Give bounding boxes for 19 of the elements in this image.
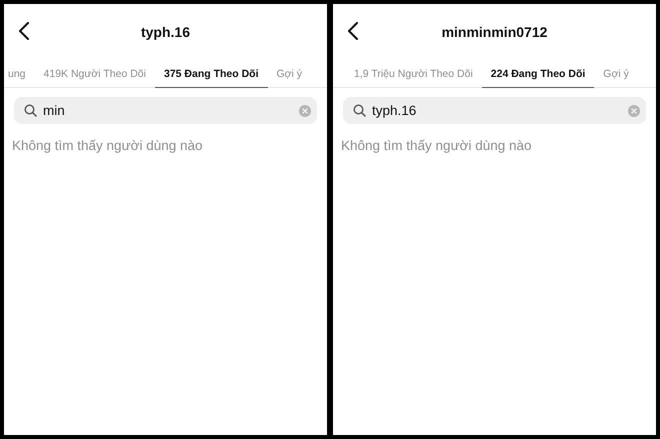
tab[interactable]: ung [4, 60, 35, 88]
search-query: min [43, 103, 65, 118]
tab[interactable]: 419K Người Theo Dõi [34, 60, 155, 88]
search-icon [353, 104, 366, 117]
tab[interactable]: Gợi ý [594, 60, 638, 88]
search-field[interactable]: min [14, 97, 317, 124]
back-icon[interactable] [18, 22, 30, 40]
profile-username: typh.16 [140, 24, 190, 40]
search-field[interactable]: typh.16 [343, 97, 646, 124]
profile-username: minminmin0712 [442, 24, 548, 40]
search-query: typh.16 [372, 103, 416, 118]
tab[interactable]: Gợi ý [268, 60, 312, 88]
empty-message: Không tìm thấy người dùng nào [341, 138, 533, 153]
empty-message: Không tìm thấy người dùng nào [12, 138, 204, 153]
tab[interactable]: 375 Đang Theo Dõi [154, 60, 268, 88]
search-icon [24, 104, 37, 117]
tab[interactable]: 224 Đang Theo Dõi [482, 60, 594, 88]
tab[interactable]: 1,9 Triệu Người Theo Dõi [345, 60, 482, 88]
back-icon[interactable] [347, 22, 359, 40]
